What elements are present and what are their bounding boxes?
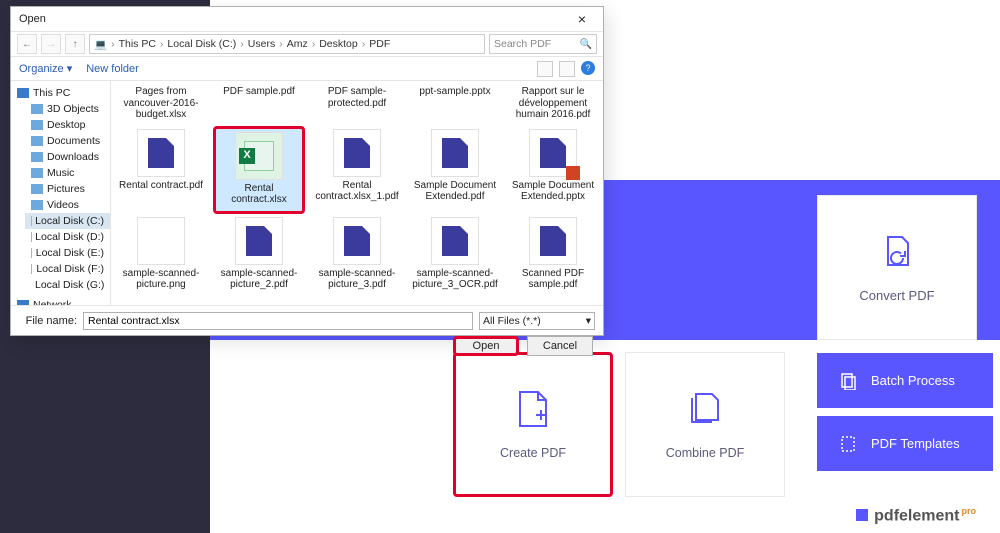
tree-item[interactable]: Videos: [25, 197, 110, 213]
tree-item[interactable]: Downloads: [25, 149, 110, 165]
convert-icon: [878, 232, 916, 270]
search-icon: 🔍: [580, 39, 592, 50]
tree-item[interactable]: Desktop: [25, 117, 110, 133]
tree-network[interactable]: Network: [11, 297, 110, 305]
tree-item[interactable]: 3D Objects: [25, 101, 110, 117]
nav-back-button[interactable]: ←: [17, 34, 37, 54]
create-pdf-label: Create PDF: [500, 446, 566, 460]
nav-forward-button[interactable]: →: [41, 34, 61, 54]
view-mode-button[interactable]: [537, 61, 553, 77]
filename-label: File name:: [19, 315, 77, 327]
cancel-button[interactable]: Cancel: [527, 336, 593, 356]
file-open-dialog: Open × ← → ↑ 💻 ›This PC ›Local Disk (C:)…: [10, 6, 604, 336]
tree-item[interactable]: Pictures: [25, 181, 110, 197]
file-item[interactable]: sample-scanned-picture_3.pdf: [311, 214, 403, 296]
combine-icon: [686, 390, 724, 428]
file-item[interactable]: sample-scanned-picture_2.pdf: [213, 214, 305, 296]
tree-this-pc[interactable]: This PC: [11, 85, 110, 101]
file-item[interactable]: PDF sample.pdf: [213, 83, 305, 126]
tree-drive[interactable]: Local Disk (C:): [25, 213, 110, 229]
batch-process-label: Batch Process: [871, 373, 955, 388]
pc-icon: 💻: [94, 38, 107, 51]
templates-icon: [839, 435, 857, 453]
file-item[interactable]: Sample Document Extended.pptx: [507, 126, 599, 214]
tree-item[interactable]: Documents: [25, 133, 110, 149]
help-icon[interactable]: ?: [581, 61, 595, 75]
batch-icon: [839, 372, 857, 390]
file-type-filter[interactable]: All Files (*.*)▾: [479, 312, 595, 330]
combine-pdf-tile[interactable]: Combine PDF: [625, 352, 785, 497]
batch-process-button[interactable]: Batch Process: [817, 353, 993, 408]
pdf-templates-button[interactable]: PDF Templates: [817, 416, 993, 471]
create-icon: [516, 390, 550, 428]
tree-item[interactable]: Music: [25, 165, 110, 181]
file-item[interactable]: sample-scanned-picture.png: [115, 214, 207, 296]
tree-drive[interactable]: Local Disk (E:): [25, 245, 110, 261]
search-input[interactable]: Search PDF 🔍: [489, 34, 597, 54]
file-item-selected[interactable]: Rental contract.xlsx: [213, 126, 305, 214]
brand-square-icon: [856, 509, 868, 521]
ppt-overlay-icon: [566, 166, 580, 180]
filename-input[interactable]: [83, 312, 473, 330]
open-button[interactable]: Open: [453, 336, 519, 356]
file-item[interactable]: Rapport sur le développement humain 2016…: [507, 83, 599, 126]
tree-drive[interactable]: Local Disk (F:): [25, 261, 110, 277]
nav-up-button[interactable]: ↑: [65, 34, 85, 54]
chevron-down-icon: ▾: [586, 315, 591, 327]
organize-menu[interactable]: Organize ▾: [19, 62, 72, 75]
tree-drive[interactable]: Local Disk (D:): [25, 229, 110, 245]
brand-logo: pdfelementpro: [856, 506, 976, 525]
create-pdf-tile[interactable]: Create PDF: [453, 352, 613, 497]
file-item[interactable]: Sample Document Extended.pdf: [409, 126, 501, 214]
convert-pdf-tile[interactable]: Convert PDF: [817, 195, 977, 340]
pdf-templates-label: PDF Templates: [871, 436, 960, 451]
breadcrumb-bar[interactable]: 💻 ›This PC ›Local Disk (C:) ›Users ›Amz …: [89, 34, 485, 54]
file-item[interactable]: Scanned PDF sample.pdf: [507, 214, 599, 296]
file-item[interactable]: Rental contract.pdf: [115, 126, 207, 214]
dialog-title: Open: [19, 13, 46, 25]
file-item[interactable]: PDF sample-protected.pdf: [311, 83, 403, 126]
nav-tree[interactable]: This PC 3D Objects Desktop Documents Dow…: [11, 81, 111, 305]
new-folder-button[interactable]: New folder: [86, 63, 139, 75]
file-item[interactable]: Rental contract.xlsx_1.pdf: [311, 126, 403, 214]
convert-pdf-label: Convert PDF: [859, 288, 934, 303]
tree-drive[interactable]: Local Disk (G:): [25, 277, 110, 293]
file-item[interactable]: ppt-sample.pptx: [409, 83, 501, 126]
file-item[interactable]: Pages from vancouver-2016-budget.xlsx: [115, 83, 207, 126]
file-item[interactable]: sample-scanned-picture_3_OCR.pdf: [409, 214, 501, 296]
preview-pane-button[interactable]: [559, 61, 575, 77]
combine-pdf-label: Combine PDF: [666, 446, 745, 460]
dialog-close-button[interactable]: ×: [565, 8, 599, 30]
file-pane[interactable]: Pages from vancouver-2016-budget.xlsx PD…: [111, 81, 603, 305]
